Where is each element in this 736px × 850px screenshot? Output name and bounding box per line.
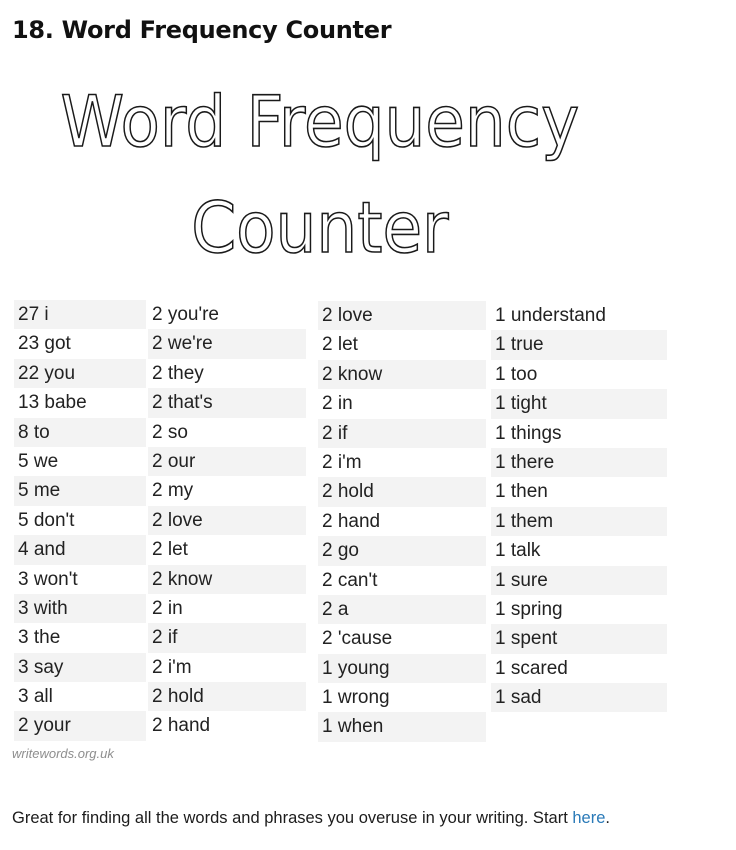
word-count-cell: 1 sad <box>491 683 667 713</box>
word-count-cell: 2 your <box>14 711 146 741</box>
word-count-cell: 1 too <box>495 363 538 385</box>
word-count-cell: 1 tight <box>491 389 667 419</box>
word-count-cell: 2 we're <box>148 329 306 359</box>
word-count-cell: 4 and <box>14 535 146 565</box>
word-count-cell: 1 true <box>491 330 667 360</box>
word-count-cell: 1 understand <box>495 305 606 326</box>
word-count-cell: 2 know <box>318 359 486 390</box>
word-count-cell: 2 in <box>152 597 183 619</box>
word-column-3: 2 love 2 let 2 know 2 in 2 if 2 i'm 2 hold 2 ha… <box>318 301 486 742</box>
word-count-cell: 2 you're <box>152 304 220 325</box>
word-count-cell: 1 spent <box>491 624 667 654</box>
word-count-cell: 2 our <box>148 446 306 477</box>
word-count-cell: 13 babe <box>18 392 87 414</box>
word-count-cell: 3 with <box>14 593 146 624</box>
graphic-title-line-1: Word Frequency <box>0 81 645 163</box>
word-count-cell: 2 love <box>148 505 306 536</box>
graphic-title-text-2: Counter <box>191 187 450 269</box>
word-frequency-graphic: Word Frequency Counter 27 i 23 got 22 you 1… <box>0 70 736 770</box>
word-count-cell: 2 my <box>152 480 194 502</box>
word-count-cell: 1 sure <box>491 565 667 595</box>
word-count-cell: 2 a <box>318 594 486 625</box>
source-credit: writewords.org.uk <box>12 746 114 761</box>
word-count-cell: 1 scared <box>495 657 568 679</box>
caption: Great for finding all the words and phra… <box>12 809 610 828</box>
word-count-cell: 2 let <box>152 539 188 561</box>
word-count-cell: 1 then <box>495 481 548 503</box>
word-column-4: 1 understand 1 true 1 too 1 tight 1 things 1 … <box>491 301 667 742</box>
caption-trailing: . <box>605 808 610 827</box>
word-count-cell: 1 them <box>491 506 667 537</box>
word-count-cell: 8 to <box>14 417 146 447</box>
word-count-cell: 2 they <box>152 362 204 384</box>
word-count-cell: 27 i <box>14 300 146 330</box>
word-count-cell: 5 don't <box>18 509 75 531</box>
word-count-cell: 2 hold <box>148 682 306 712</box>
word-count-cell: 2 i'm <box>152 656 192 678</box>
word-count-cell: 2 if <box>318 418 486 448</box>
word-column-1: 27 i 23 got 22 you 13 babe 8 to 5 we 5 me 5 don… <box>14 300 146 741</box>
word-count-cell <box>491 712 667 741</box>
word-count-cell: 2 'cause <box>322 628 393 650</box>
word-count-cell: 2 hold <box>318 477 486 507</box>
word-count-cell: 1 young <box>318 653 486 684</box>
word-count-cell: 2 hand <box>152 715 211 737</box>
word-count-cell: 2 in <box>322 393 353 415</box>
caption-text: Great for finding all the words and phra… <box>12 808 573 827</box>
word-count-cell: 2 let <box>322 334 358 356</box>
word-count-cell: 1 when <box>318 712 486 742</box>
graphic-title-text-1: Word Frequency <box>60 81 580 163</box>
word-count-cell: 1 spring <box>495 598 563 620</box>
graphic-title-line-2: Counter <box>0 187 645 269</box>
here-link[interactable]: here <box>572 809 605 827</box>
word-count-cell: 3 won't <box>18 568 78 590</box>
word-column-2: 2 you're 2 we're 2 they 2 that's 2 so 2 our 2 … <box>148 300 306 741</box>
word-count-cell: 5 we <box>18 450 59 472</box>
word-count-cell: 23 got <box>18 333 71 355</box>
word-count-cell: 1 talk <box>495 540 541 562</box>
word-count-cell: 2 hand <box>322 510 381 532</box>
word-count-cell: 5 me <box>14 476 146 506</box>
word-count-cell: 3 say <box>14 652 146 683</box>
word-count-cell: 2 if <box>148 623 306 653</box>
word-count-cell: 1 there <box>491 447 667 478</box>
word-count-cell: 2 so <box>152 421 188 443</box>
word-count-cell: 3 all <box>18 686 53 708</box>
word-count-cell: 2 love <box>318 301 486 331</box>
word-count-cell: 2 that's <box>148 388 306 418</box>
word-count-cell: 2 i'm <box>322 451 362 473</box>
word-count-cell: 2 go <box>318 536 486 566</box>
word-count-cell: 1 wrong <box>322 687 390 709</box>
word-count-cell: 1 things <box>495 422 562 444</box>
word-count-cell: 3 the <box>18 627 61 649</box>
word-count-cell: 22 you <box>14 358 146 389</box>
section-heading: 18. Word Frequency Counter <box>12 16 392 44</box>
word-count-cell: 2 can't <box>322 569 378 591</box>
word-count-cell: 2 know <box>148 564 306 594</box>
